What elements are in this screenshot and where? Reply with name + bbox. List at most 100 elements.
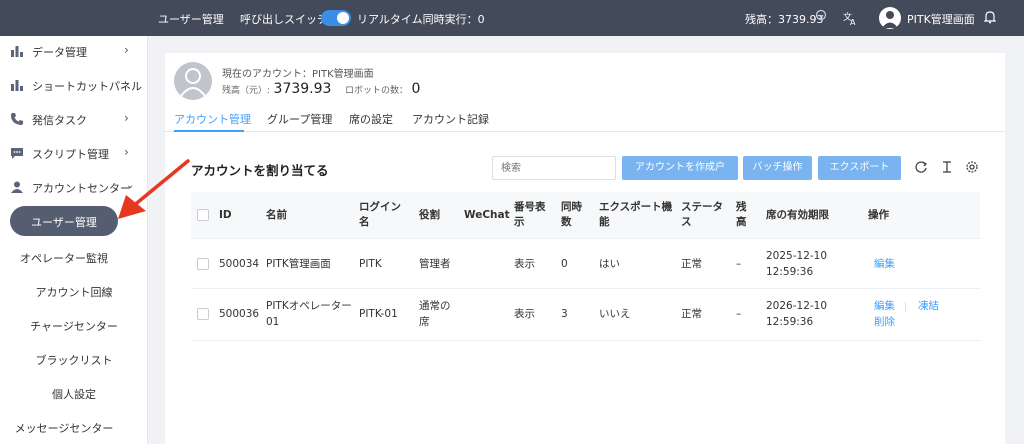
cell-display: 表示 <box>514 258 535 270</box>
delete-link[interactable]: 削除 <box>874 314 895 330</box>
section-title: アカウントを割り当てる <box>191 163 329 178</box>
toggle-knob <box>337 12 349 24</box>
cell-balance: – <box>736 258 742 270</box>
sidebar-item-label: データ管理 <box>32 46 87 59</box>
balance-label: 残高（元）: <box>222 86 271 96</box>
cell-status: 正常 <box>681 258 702 270</box>
user-avatar-icon[interactable] <box>879 7 901 29</box>
cell-expiry-date: 2025-12-10 <box>766 250 828 262</box>
call-switch-toggle[interactable] <box>321 10 351 26</box>
edit-link[interactable]: 編集 <box>874 298 895 314</box>
search-input[interactable] <box>492 156 616 180</box>
translate-icon[interactable]: 文A <box>842 10 858 27</box>
col-login-name: ログイン名 <box>359 201 401 228</box>
robots-label: ロボットの数： <box>344 86 408 96</box>
col-number-display: 番号表示 <box>514 201 546 228</box>
sidebar-sub-blacklist[interactable]: ブラックリスト <box>0 342 148 376</box>
topbar-user-management[interactable]: ユーザー管理 <box>158 11 224 27</box>
sidebar-item-data[interactable]: データ管理 › <box>0 34 148 68</box>
avatar <box>174 62 212 100</box>
cell-export: はい <box>599 258 620 270</box>
sidebar-sub-operator-monitor[interactable]: オペレーター監視 <box>0 240 138 274</box>
bell-icon[interactable] <box>983 10 997 24</box>
sub-item-label: アカウント回線 <box>35 286 113 299</box>
sidebar-item-shortcut[interactable]: ショートカットパネル <box>0 68 148 102</box>
call-switch-label: 呼び出しスイッチ <box>240 13 328 26</box>
create-account-button[interactable]: アカウントを作成户 <box>622 156 738 180</box>
realtime-concurrency: リアルタイム同時実行：0 <box>357 13 485 26</box>
sidebar-sub-account-line[interactable]: アカウント回線 <box>0 274 148 308</box>
username-label[interactable]: PITK管理画面 <box>907 11 975 27</box>
cell-role: 通常の席 <box>419 300 451 328</box>
table-row: 500034 PITK管理画面 PITK 管理者 表示 0 はい 正常 – 20… <box>191 240 980 289</box>
edit-link[interactable]: 編集 <box>874 256 895 272</box>
sub-item-label: メッセージセンター <box>14 422 114 435</box>
refresh-icon[interactable] <box>815 9 827 21</box>
table-header: ID 名前 ログイン名 役割 WeChat 番号表示 同時数 エクスポート機能 … <box>191 192 980 239</box>
sub-item-label: ブラックリスト <box>35 354 113 367</box>
sub-item-label: チャージセンター <box>30 320 118 333</box>
cell-login: PITK <box>359 258 382 270</box>
cell-balance: – <box>736 308 742 320</box>
freeze-link[interactable]: 凍結 <box>918 298 939 314</box>
cell-name: PITK管理画面 <box>266 258 331 270</box>
col-concurrent: 同時数 <box>561 201 582 228</box>
balance-row: 残高（元）: 3739.93 ロボットの数： 0 <box>222 81 430 97</box>
action-divider <box>905 302 906 312</box>
export-button[interactable]: エクスポート <box>818 156 901 180</box>
top-bar: ユーザー管理 呼び出しスイッチ リアルタイム同時実行：0 残高：3739.93 … <box>0 0 1024 36</box>
sidebar-item-label: スクリプト管理 <box>32 148 109 161</box>
phone-icon <box>10 112 24 126</box>
svg-text:A: A <box>850 18 856 26</box>
chevron-right-icon: › <box>124 111 129 125</box>
row-checkbox[interactable] <box>197 308 209 320</box>
col-status: ステータス <box>681 201 723 228</box>
cell-id: 500034 <box>219 258 260 270</box>
row-checkbox[interactable] <box>197 258 209 270</box>
bar-chart-icon <box>10 44 24 58</box>
sidebar-sub-charge-center[interactable]: チャージセンター <box>0 308 148 342</box>
batch-operation-button[interactable]: バッチ操作 <box>743 156 812 180</box>
sub-item-label: オペレーター監視 <box>20 252 108 265</box>
col-seat-expiry: 席の有効期限 <box>766 209 829 221</box>
column-height-icon[interactable] <box>940 160 954 174</box>
sidebar-sub-message-center[interactable]: メッセージセンター <box>0 410 138 444</box>
bar-chart-icon <box>10 78 24 92</box>
col-name: 名前 <box>266 209 287 221</box>
settings-icon[interactable] <box>965 160 979 174</box>
user-icon <box>10 180 24 194</box>
balance-text: 残高：3739.93 <box>745 13 824 26</box>
col-role: 役割 <box>419 209 440 221</box>
tab-account-management[interactable]: アカウント管理 <box>174 111 251 127</box>
cell-concurrent: 0 <box>561 258 568 270</box>
tab-seat-settings[interactable]: 席の設定 <box>349 111 393 127</box>
sidebar-sub-user-management[interactable]: ユーザー管理 <box>10 206 118 236</box>
cell-concurrent: 3 <box>561 308 568 320</box>
sub-item-label: 個人設定 <box>52 388 96 401</box>
tab-group-management[interactable]: グループ管理 <box>267 111 332 127</box>
cell-expiry-time: 12:59:36 <box>766 316 814 328</box>
table-row: 500036 PITKオペレーター01 PITK-01 通常の席 表示 3 いい… <box>191 289 980 341</box>
cell-login: PITK-01 <box>359 308 398 320</box>
col-balance: 残高 <box>736 201 747 228</box>
tab-account-records[interactable]: アカウント記録 <box>412 111 489 127</box>
sub-item-label: ユーザー管理 <box>31 216 97 229</box>
cell-id: 500036 <box>219 308 260 320</box>
refresh-icon[interactable] <box>914 160 928 174</box>
cell-display: 表示 <box>514 308 535 320</box>
cell-export: いいえ <box>599 308 631 320</box>
chevron-right-icon: › <box>124 43 129 57</box>
chat-icon <box>10 146 24 160</box>
cell-status: 正常 <box>681 308 702 320</box>
col-id: ID <box>219 209 232 221</box>
col-export-function: エクスポート機能 <box>599 201 673 228</box>
current-account: 現在のアカウント：PITK管理画面 <box>222 69 374 80</box>
sidebar-sub-personal-settings[interactable]: 個人設定 <box>0 376 148 410</box>
annotation-arrow-icon <box>118 159 190 219</box>
col-wechat: WeChat <box>464 209 510 221</box>
cell-expiry-date: 2026-12-10 <box>766 300 828 312</box>
sidebar-item-call-task[interactable]: 発信タスク › <box>0 102 148 136</box>
sidebar-item-label: 発信タスク <box>32 114 87 127</box>
cell-expiry-time: 12:59:36 <box>766 266 814 278</box>
sidebar-item-label: ショートカットパネル <box>32 80 142 93</box>
